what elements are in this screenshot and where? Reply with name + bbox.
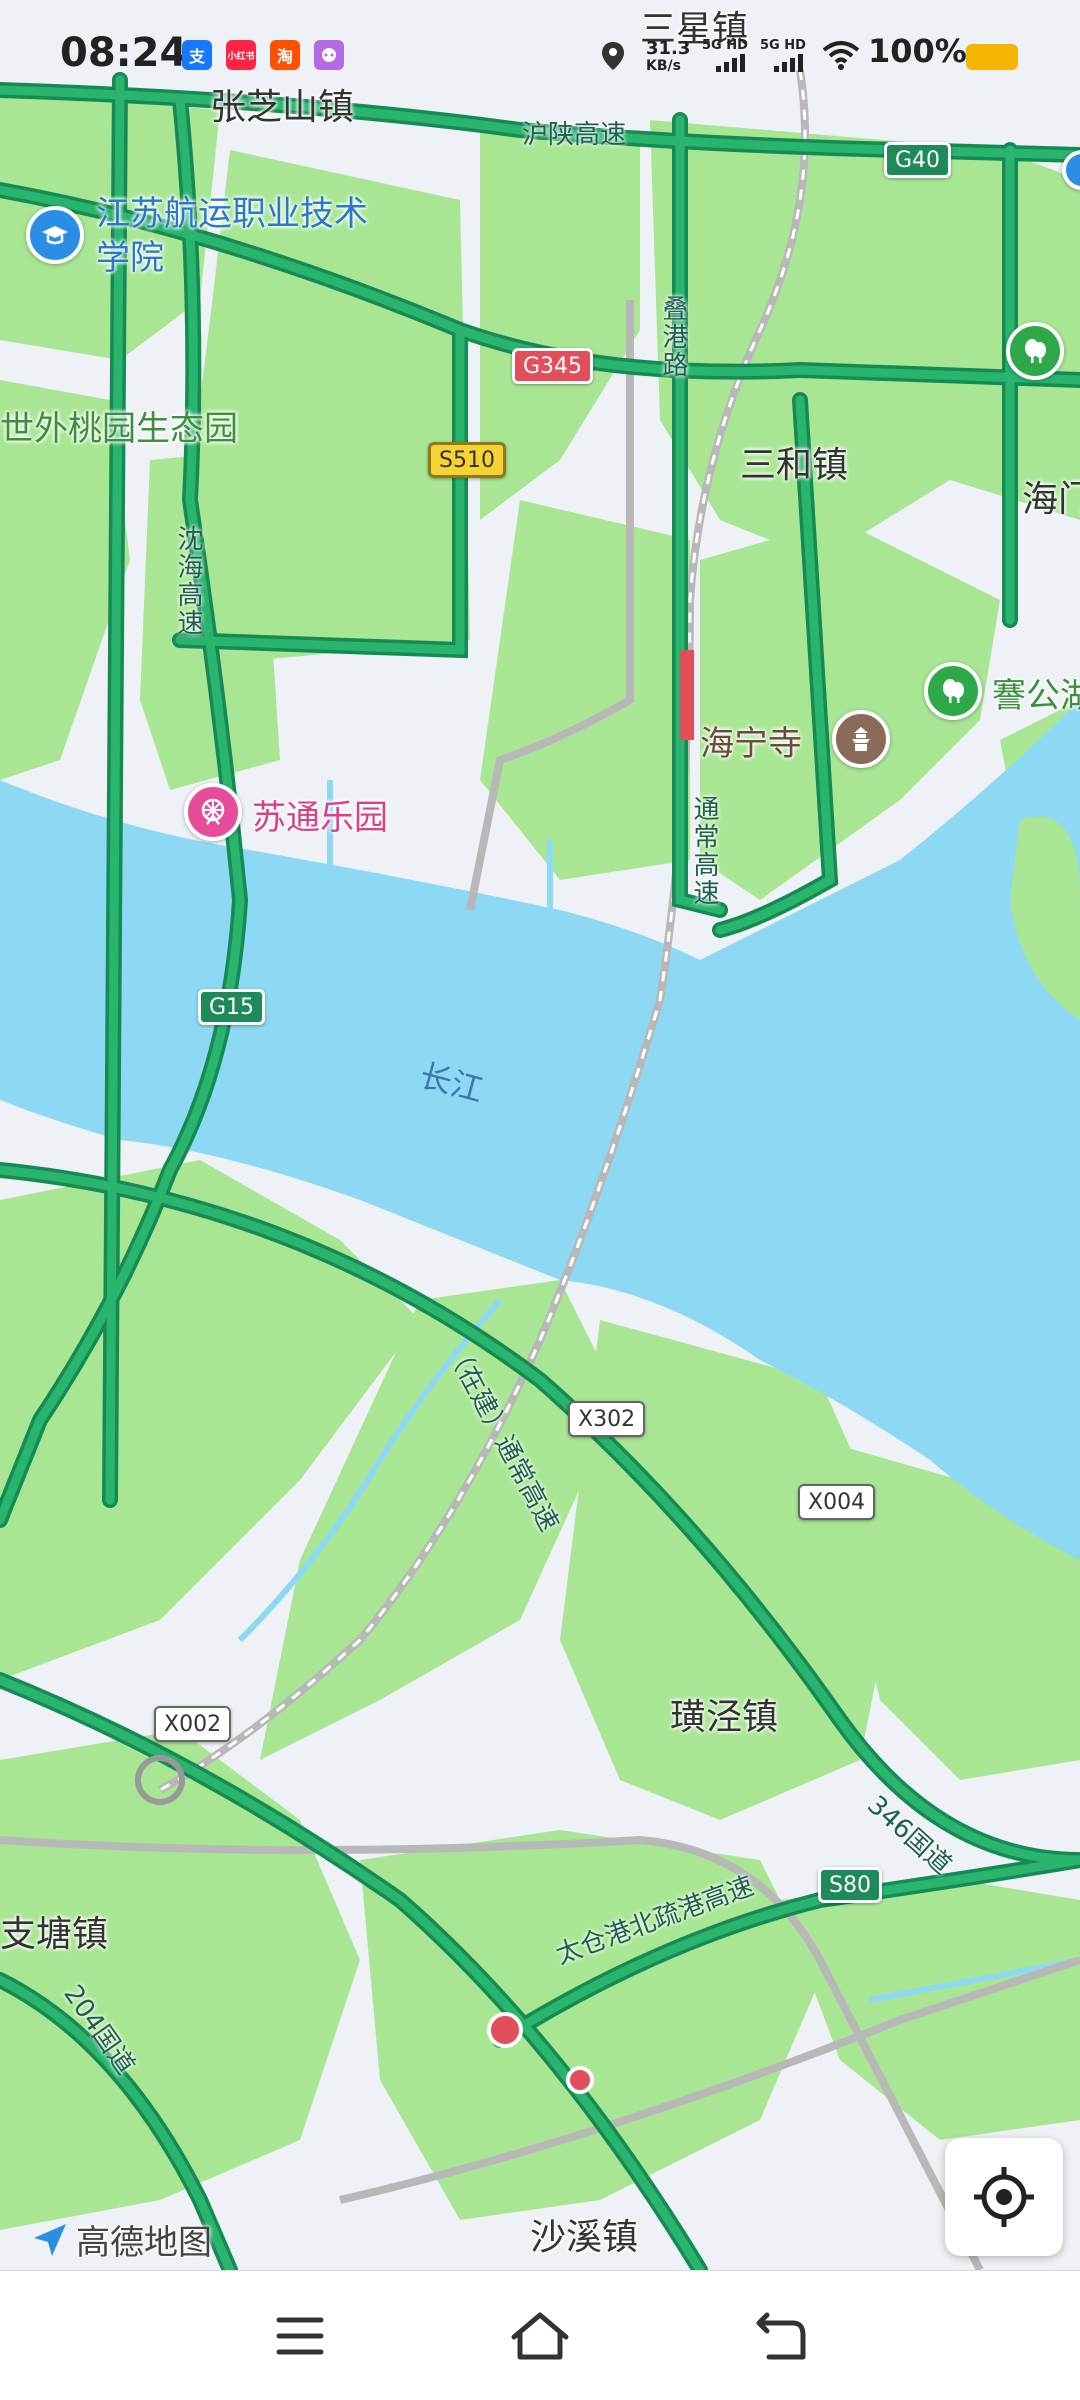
shield-g15[interactable]: G15 — [198, 989, 266, 1025]
park-icon-2[interactable] — [1006, 322, 1064, 380]
college-icon[interactable] — [26, 206, 84, 264]
back-icon — [756, 2312, 806, 2360]
wifi-icon — [822, 40, 860, 74]
net-speed: 31.3 — [646, 38, 691, 59]
sim1-label: 5G HD — [702, 38, 748, 53]
amap-logo: 高德地图 — [30, 2215, 212, 2264]
town-sanhe[interactable]: 三和镇 — [740, 436, 848, 488]
poi-label-college[interactable]: 江苏航运职业技术学院 — [96, 192, 396, 280]
alipay-icon: 支 — [182, 40, 212, 70]
menu-icon — [276, 2317, 324, 2355]
poi-college-text: 江苏航运职业技术学院 — [96, 194, 368, 278]
locate-icon — [974, 2167, 1034, 2227]
shield-g345[interactable]: G345 — [512, 348, 594, 384]
shield-s80[interactable]: S80 — [818, 1867, 882, 1903]
home-button[interactable] — [500, 2301, 580, 2371]
xiaohongshu-icon: 小红书 — [226, 40, 256, 70]
town-zhitang[interactable]: 支塘镇 — [0, 1905, 108, 1957]
status-time: 08:24 — [60, 30, 188, 76]
signal-icon-1 — [716, 54, 752, 76]
shield-s510[interactable]: S510 — [428, 442, 506, 478]
locate-button[interactable] — [945, 2138, 1063, 2256]
town-shaxi[interactable]: 沙溪镇 — [530, 2208, 638, 2260]
home-icon — [511, 2312, 569, 2360]
map-canvas[interactable]: 三星镇 张芝山镇 三和镇 海门 璜泾镇 支塘镇 沙溪镇 沪陕高速 沈海高速 叠港… — [0, 0, 1080, 2270]
shield-x004[interactable]: X004 — [798, 1484, 876, 1520]
road-label-diegang: 叠港路 — [658, 295, 688, 379]
poi-label-haining-temple[interactable]: 海宁寺 — [700, 716, 802, 765]
menu-button[interactable] — [260, 2301, 340, 2371]
taobao-icon: 淘 — [270, 40, 300, 70]
poi-label-sutong-park[interactable]: 苏通乐园 — [252, 790, 388, 839]
sim2-label: 5G HD — [760, 38, 806, 53]
back-button[interactable] — [740, 2301, 820, 2371]
amap-logo-text: 高德地图 — [76, 2223, 212, 2263]
road-label-tongchang-north: 通常高速 — [689, 795, 719, 907]
battery-icon — [966, 44, 1018, 70]
town-haimen[interactable]: 海门 — [1022, 470, 1080, 522]
poi-label-taoyuan[interactable]: 世外桃园生态园 — [0, 401, 238, 450]
system-nav-bar — [0, 2270, 1080, 2400]
shield-g40[interactable]: G40 — [884, 142, 952, 178]
amap-arrow-icon — [34, 2223, 66, 2256]
town-huangjing[interactable]: 璜泾镇 — [670, 1688, 778, 1740]
amusement-park-icon[interactable] — [184, 783, 242, 841]
chat-app-icon — [314, 40, 344, 70]
poi-label-jiangong[interactable]: 謇公湖 — [992, 668, 1080, 717]
status-bar: 08:24 支 小红书 淘 31.3 KB/s 5G HD 5G HD 100% — [0, 0, 1080, 92]
signal-icon-2 — [774, 54, 810, 76]
road-label-shenhai: 沈海高速 — [173, 525, 203, 637]
shield-x002[interactable]: X002 — [154, 1706, 232, 1742]
map-base — [0, 0, 1080, 2270]
location-icon — [600, 40, 626, 76]
battery-percent: 100% — [868, 32, 967, 70]
road-label-hushan: 沪陕高速 — [522, 120, 627, 150]
net-unit: KB/s — [646, 58, 681, 74]
temple-icon[interactable] — [832, 710, 890, 768]
park-icon[interactable] — [924, 662, 982, 720]
shield-x302[interactable]: X302 — [568, 1401, 646, 1437]
